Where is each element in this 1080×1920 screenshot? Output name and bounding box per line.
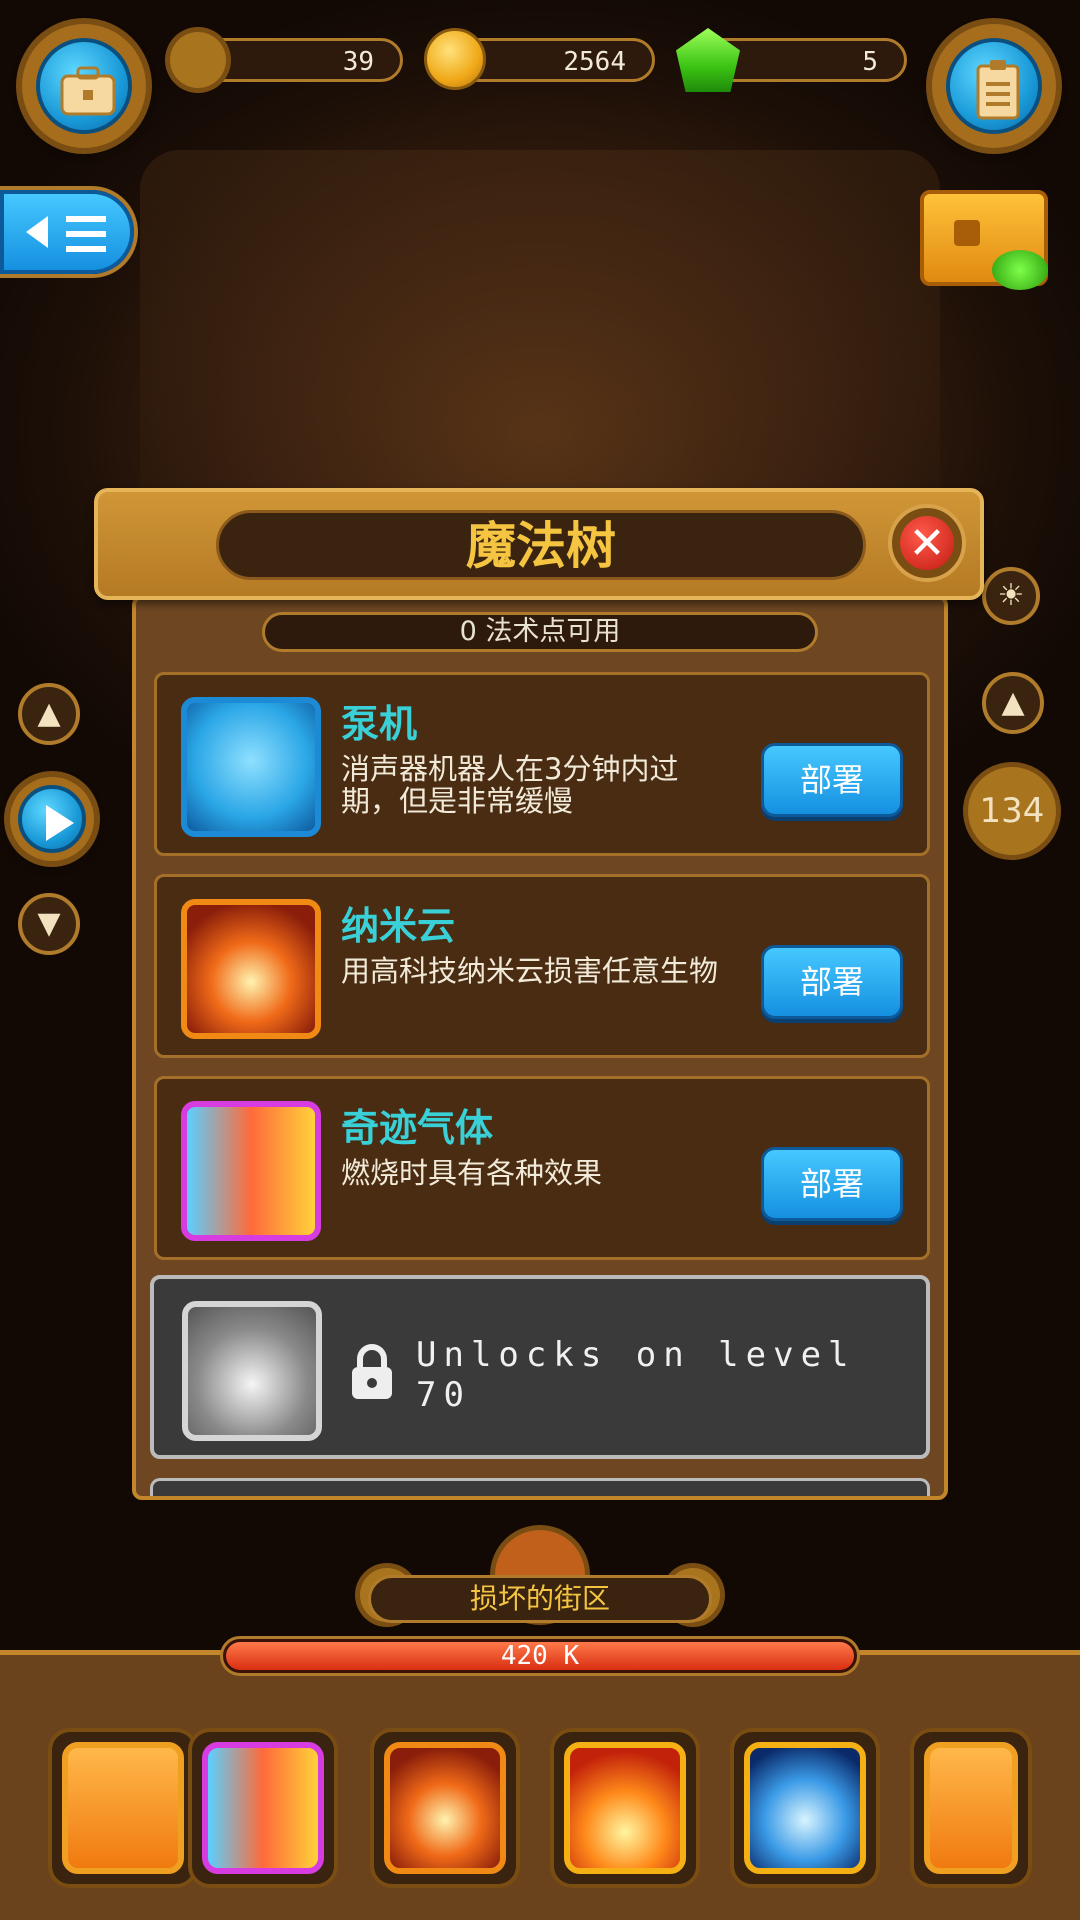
inventory-button[interactable] [22, 24, 146, 148]
play-button[interactable] [10, 777, 94, 861]
cave-background [140, 150, 940, 530]
unlock-requirement: Unlocks on level 70 [416, 1335, 856, 1415]
clipboard-icon [946, 38, 1042, 134]
quests-button[interactable] [932, 24, 1056, 148]
brightness-button[interactable]: ☀ [982, 567, 1040, 625]
deploy-button[interactable]: 部署 [761, 945, 903, 1019]
spell-slot-button[interactable] [730, 1728, 880, 1888]
brain-icon [924, 1742, 1018, 1874]
game-screen: 39 2564 5 ▲ ▼ ☀ ▲ 134 魔法树 ✕ 0 法术点可用 泵机 消… [0, 0, 1080, 1920]
ice-icon [744, 1742, 866, 1874]
health-value: 420 K [500, 1641, 580, 1671]
close-button[interactable]: ✕ [888, 504, 966, 582]
lock-icon [352, 1344, 392, 1399]
area-name: 损坏的街区 [368, 1575, 712, 1623]
level-badge: 134 [968, 767, 1056, 855]
briefcase-icon [36, 38, 132, 134]
list-icon [62, 1742, 184, 1874]
gear-icon [170, 32, 226, 88]
coins-value: 2564 [563, 47, 626, 77]
scroll-down-left-button[interactable]: ▼ [18, 893, 80, 955]
spell-name: 纳米云 [341, 904, 456, 948]
spell-description: 消声器机器人在3分钟内过期，但是非常缓慢 [341, 752, 679, 818]
miracle-gas-icon [181, 1101, 321, 1241]
lightning-icon [182, 1301, 322, 1441]
nano-cloud-icon [384, 1742, 506, 1874]
gears-value: 39 [342, 47, 374, 77]
spell-name: 奇迹气体 [341, 1106, 494, 1150]
scroll-up-left-button[interactable]: ▲ [18, 683, 80, 745]
dialog-header: 魔法树 ✕ [94, 488, 984, 600]
dialog-title: 魔法树 [216, 510, 866, 580]
level-value: 134 [979, 791, 1045, 831]
deploy-button[interactable]: 部署 [761, 743, 903, 817]
coin-icon [424, 28, 486, 90]
close-icon: ✕ [900, 516, 954, 570]
collapse-arrow-icon [26, 216, 48, 248]
spell-points: 0 法术点可用 [262, 612, 818, 652]
spell-description: 燃烧时具有各种效果 [341, 1156, 603, 1190]
robot-icon [181, 697, 321, 837]
nano-cloud-icon [181, 899, 321, 1039]
brain-slot-button[interactable] [910, 1728, 1032, 1888]
gears-counter: 39 [195, 38, 403, 82]
gems-value: 5 [862, 47, 878, 77]
chest-lock-icon [954, 220, 980, 246]
spell-name: 泵机 [341, 702, 418, 746]
spell-description: 用高科技纳米云损害任意生物 [341, 954, 719, 988]
locked-spell-card: Unlocks on level 70 [150, 1275, 930, 1459]
treasure-chest-button[interactable] [920, 190, 1048, 290]
spell-card: 泵机 消声器机器人在3分钟内过期，但是非常缓慢 部署 [154, 672, 930, 856]
miracle-gas-icon [202, 1742, 324, 1874]
spell-card: 奇迹气体 燃烧时具有各种效果 部署 [154, 1076, 930, 1260]
next-card-peek [150, 1478, 930, 1496]
spell-card: 纳米云 用高科技纳米云损害任意生物 部署 [154, 874, 930, 1058]
spell-slot-button[interactable] [188, 1728, 338, 1888]
spell-slot-button[interactable] [550, 1728, 700, 1888]
menu-toggle-button[interactable] [0, 190, 134, 274]
menu-slot-button[interactable] [48, 1728, 198, 1888]
play-icon [18, 785, 86, 853]
area-health-bar: 420 K [220, 1636, 860, 1676]
spell-slot-button[interactable] [370, 1728, 520, 1888]
list-icon [66, 216, 106, 252]
deploy-button[interactable]: 部署 [761, 1147, 903, 1221]
sun-icon: ☀ [997, 578, 1025, 613]
scroll-up-right-button[interactable]: ▲ [982, 672, 1044, 734]
fire-icon [564, 1742, 686, 1874]
gems-pile-icon [992, 250, 1048, 290]
